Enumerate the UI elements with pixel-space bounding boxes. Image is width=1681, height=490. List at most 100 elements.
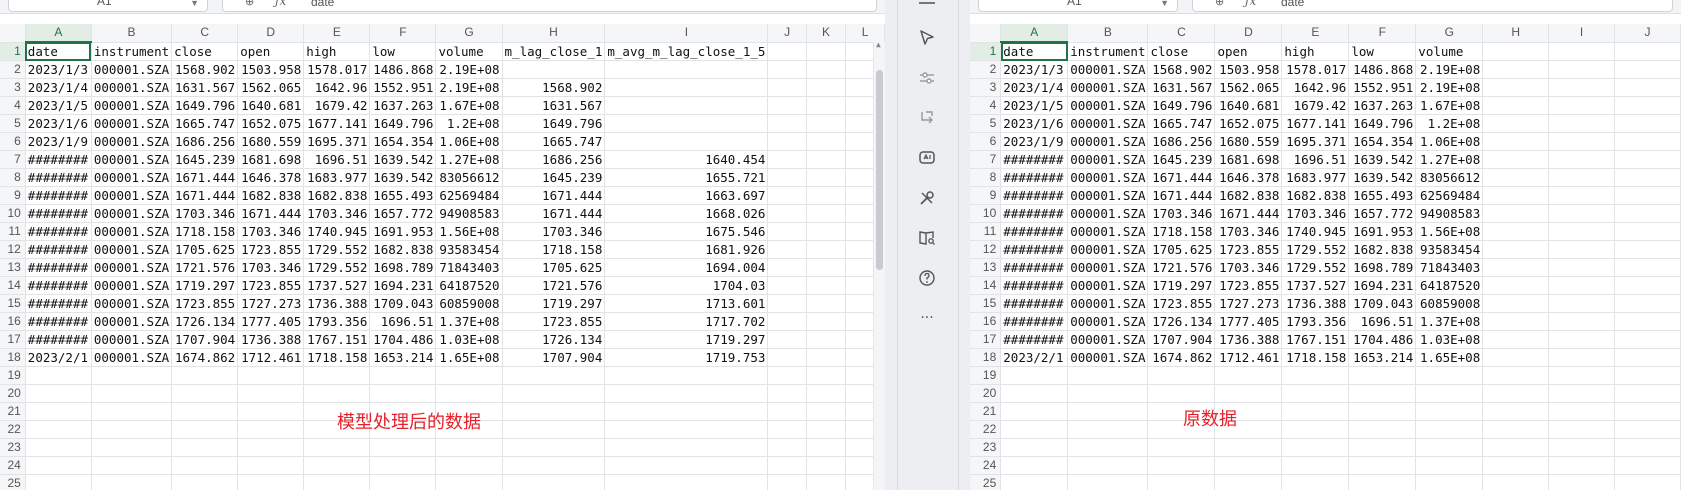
scroll-up-arrow-icon[interactable]: ▲ — [876, 40, 881, 49]
cell-g7[interactable]: 1.27E+08 — [435, 150, 503, 169]
cell-g6[interactable]: 1.06E+08 — [435, 132, 503, 151]
cell-b2[interactable]: 000001.SZA — [1067, 60, 1149, 79]
cell-g17[interactable]: 1.03E+08 — [1415, 330, 1484, 349]
cell-c23[interactable] — [1147, 438, 1216, 457]
zoom-search-icon[interactable]: ⊕ — [245, 0, 254, 10]
cell-h16[interactable]: 1723.855 — [502, 312, 606, 331]
cell-d18[interactable]: 1712.461 — [237, 348, 305, 367]
cell-d3[interactable]: 1562.065 — [1214, 78, 1283, 97]
cell-f15[interactable]: 1709.043 — [1348, 294, 1417, 313]
cell-i17[interactable] — [1548, 330, 1616, 349]
row-header[interactable]: 22 — [0, 420, 26, 439]
cell-h9[interactable]: 1671.444 — [502, 186, 606, 205]
row-header[interactable]: 24 — [0, 456, 26, 475]
cell-a16[interactable]: ######## — [25, 312, 92, 331]
cell-b21[interactable] — [91, 402, 173, 421]
cell-c8[interactable]: 1671.444 — [1147, 168, 1216, 187]
cell-f16[interactable]: 1696.51 — [369, 312, 437, 331]
cell-f20[interactable] — [1348, 384, 1417, 403]
cell-i6[interactable] — [1548, 132, 1616, 151]
cell-a2[interactable]: 2023/1/3 — [1000, 60, 1069, 79]
cell-h14[interactable]: 1721.576 — [502, 276, 606, 295]
cell-e8[interactable]: 1683.977 — [303, 168, 371, 187]
cell-c7[interactable]: 1645.239 — [1147, 150, 1216, 169]
cell-f23[interactable] — [1348, 438, 1417, 457]
cell-j16[interactable] — [1614, 312, 1681, 331]
cell-f18[interactable]: 1653.214 — [1348, 348, 1417, 367]
column-header-h[interactable]: H — [1482, 24, 1550, 43]
cell-d14[interactable]: 1723.855 — [237, 276, 305, 295]
cell-d8[interactable]: 1646.378 — [1214, 168, 1283, 187]
cell-h21[interactable] — [1482, 402, 1550, 421]
cell-b22[interactable] — [1067, 420, 1149, 439]
cell-f20[interactable] — [369, 384, 437, 403]
cell-f3[interactable]: 1552.951 — [1348, 78, 1417, 97]
cell-a25[interactable] — [25, 474, 92, 490]
cell-c3[interactable]: 1631.567 — [171, 78, 239, 97]
row-header[interactable]: 2 — [0, 60, 26, 79]
cell-g21[interactable] — [1415, 402, 1484, 421]
column-header-c[interactable]: C — [1147, 24, 1216, 43]
cell-d10[interactable]: 1671.444 — [237, 204, 305, 223]
cell-b19[interactable] — [91, 366, 173, 385]
cell-h13[interactable]: 1705.625 — [502, 258, 606, 277]
cell-e14[interactable]: 1737.527 — [1281, 276, 1350, 295]
minimize-icon[interactable] — [919, 2, 935, 4]
cell-i16[interactable]: 1717.702 — [604, 312, 769, 331]
cell-b15[interactable]: 000001.SZA — [91, 294, 173, 313]
cell-i24[interactable] — [604, 456, 769, 475]
cell-c12[interactable]: 1705.625 — [171, 240, 239, 259]
cell-g25[interactable] — [435, 474, 503, 490]
cell-b5[interactable]: 000001.SZA — [91, 114, 173, 133]
cell-g19[interactable] — [1415, 366, 1484, 385]
cell-b5[interactable]: 000001.SZA — [1067, 114, 1149, 133]
more-icon[interactable]: ··· — [913, 304, 941, 332]
cell-e19[interactable] — [1281, 366, 1350, 385]
cell-h20[interactable] — [1482, 384, 1550, 403]
cell-d23[interactable] — [237, 438, 305, 457]
cell-h10[interactable]: 1671.444 — [502, 204, 606, 223]
cell-a21[interactable] — [1000, 402, 1069, 421]
cell-b6[interactable]: 000001.SZA — [1067, 132, 1149, 151]
cell-j10[interactable] — [767, 204, 807, 223]
cell-a9[interactable]: ######## — [1000, 186, 1069, 205]
cell-k10[interactable] — [806, 204, 847, 223]
cell-i10[interactable]: 1668.026 — [604, 204, 769, 223]
cell-e7[interactable]: 1696.51 — [303, 150, 371, 169]
cell-j25[interactable] — [767, 474, 807, 490]
cell-b17[interactable]: 000001.SZA — [91, 330, 173, 349]
cell-i15[interactable]: 1713.601 — [604, 294, 769, 313]
cell-a19[interactable] — [25, 366, 92, 385]
cell-h25[interactable] — [502, 474, 606, 490]
cell-j8[interactable] — [767, 168, 807, 187]
cell-b19[interactable] — [1067, 366, 1149, 385]
cell-f14[interactable]: 1694.231 — [369, 276, 437, 295]
cell-d13[interactable]: 1703.346 — [1214, 258, 1283, 277]
cell-j7[interactable] — [1614, 150, 1681, 169]
cell-e10[interactable]: 1703.346 — [303, 204, 371, 223]
cell-j5[interactable] — [767, 114, 807, 133]
cell-a16[interactable]: ######## — [1000, 312, 1069, 331]
cell-j20[interactable] — [767, 384, 807, 403]
cell-c1[interactable]: close — [1147, 42, 1216, 61]
cell-f2[interactable]: 1486.868 — [369, 60, 437, 79]
cell-a25[interactable] — [1000, 474, 1069, 490]
cell-d5[interactable]: 1652.075 — [1214, 114, 1283, 133]
cell-d11[interactable]: 1703.346 — [237, 222, 305, 241]
cell-a11[interactable]: ######## — [25, 222, 92, 241]
cell-k23[interactable] — [806, 438, 847, 457]
cell-b18[interactable]: 000001.SZA — [91, 348, 173, 367]
cell-e16[interactable]: 1793.356 — [1281, 312, 1350, 331]
cell-c2[interactable]: 1568.902 — [1147, 60, 1216, 79]
help-icon[interactable] — [913, 264, 941, 292]
cell-f25[interactable] — [1348, 474, 1417, 490]
cell-f13[interactable]: 1698.789 — [369, 258, 437, 277]
cell-j12[interactable] — [767, 240, 807, 259]
vertical-scrollbar[interactable]: ▲ — [873, 40, 885, 490]
ai-assist-icon[interactable] — [913, 144, 941, 172]
cell-f19[interactable] — [369, 366, 437, 385]
cell-h13[interactable] — [1482, 258, 1550, 277]
cell-k3[interactable] — [806, 78, 847, 97]
cell-a18[interactable]: 2023/2/1 — [25, 348, 92, 367]
cell-a11[interactable]: ######## — [1000, 222, 1069, 241]
